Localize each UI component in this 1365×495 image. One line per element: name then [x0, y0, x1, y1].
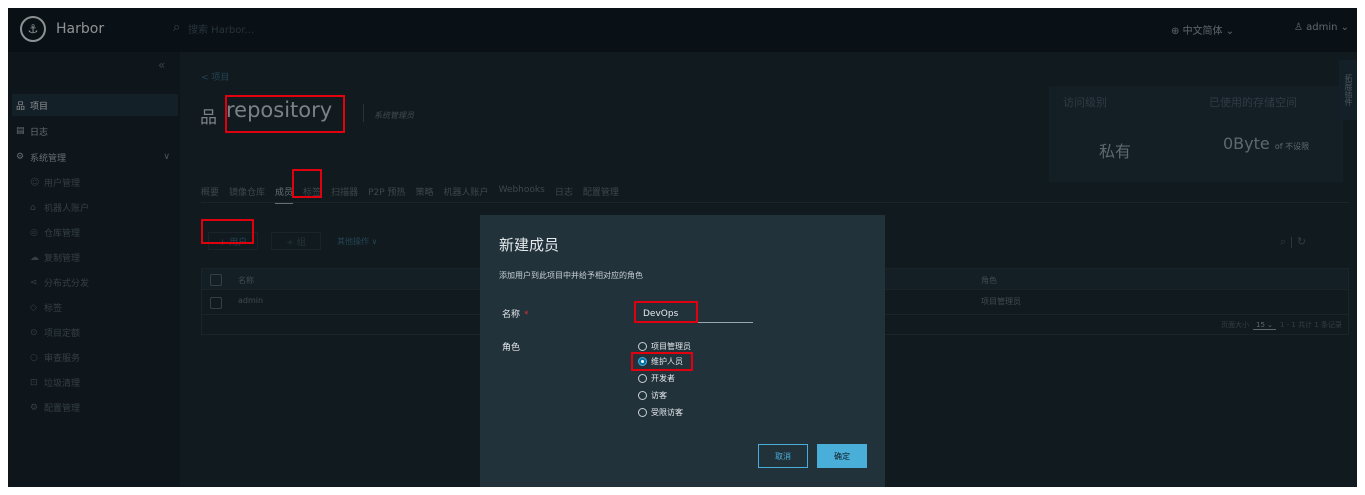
required-mark: *: [524, 310, 529, 320]
radio-icon: [638, 391, 647, 400]
role-option-limited-guest[interactable]: 受限访客: [638, 407, 683, 418]
radio-icon: [638, 374, 647, 383]
role-option-label: 维护人员: [651, 357, 683, 366]
radio-icon: [638, 408, 647, 417]
role-option-guest[interactable]: 访客: [638, 390, 667, 401]
radio-selected-icon: [638, 357, 647, 366]
role-option-label: 受限访客: [651, 408, 683, 417]
name-label-text: 名称: [502, 310, 521, 320]
new-member-dialog: 新建成员 添加用户到此项目中并给予相对应的角色 名称* 角色 项目管理员 维护人…: [480, 215, 885, 487]
dialog-description: 添加用户到此项目中并给予相对应的角色: [499, 271, 643, 280]
role-option-project-admin[interactable]: 项目管理员: [638, 341, 691, 352]
name-field-label: 名称 *: [502, 307, 529, 320]
role-option-label: 访客: [651, 391, 667, 400]
dialog-title: 新建成员: [499, 236, 560, 254]
role-option-maintainer[interactable]: 维护人员: [638, 356, 683, 367]
role-field-label: 角色: [502, 343, 521, 353]
role-option-label: 项目管理员: [651, 342, 691, 351]
member-name-input[interactable]: [637, 305, 753, 323]
harbor-window: ⚓ Harbor ⌕ ⊕ 中文简体 ⌄ ♙ admin ⌄ « 品项目 ▤日志 …: [8, 8, 1357, 487]
confirm-button[interactable]: 确定: [817, 444, 867, 468]
cancel-button[interactable]: 取消: [758, 444, 808, 468]
radio-icon: [638, 342, 647, 351]
role-option-developer[interactable]: 开发者: [638, 373, 675, 384]
role-option-label: 开发者: [651, 374, 675, 383]
